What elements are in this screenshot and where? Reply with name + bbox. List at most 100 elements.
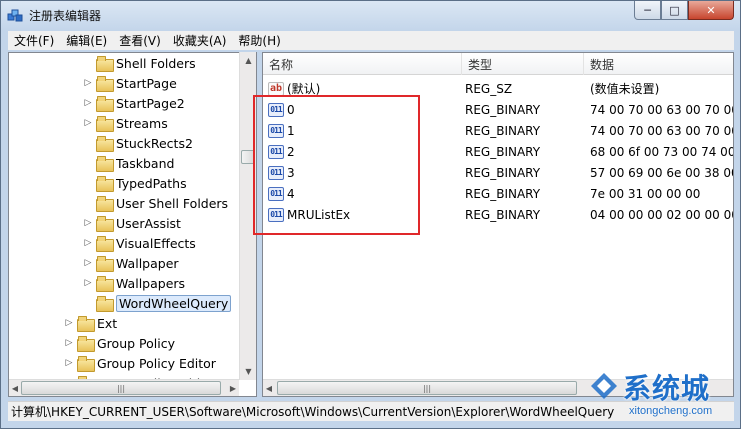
column-header-type[interactable]: 类型 [462, 53, 584, 75]
menu-view[interactable]: 查看(V) [113, 32, 167, 49]
folder-icon [96, 296, 114, 312]
expander-icon[interactable]: ▷ [83, 258, 93, 268]
tree-item-label: Ext [97, 315, 118, 331]
menu-help[interactable]: 帮助(H) [232, 32, 286, 49]
scroll-down-icon[interactable]: ▼ [240, 363, 257, 380]
expander-icon[interactable]: ▷ [64, 318, 74, 328]
expander-icon[interactable]: ▷ [83, 218, 93, 228]
value-data: 57 00 69 00 6e 00 38 00 6 [590, 165, 733, 180]
value-type: REG_BINARY [465, 102, 541, 117]
scroll-thumb[interactable]: ||| [21, 381, 221, 395]
tree-item-label: StuckRects2 [116, 135, 193, 151]
tree-item-label: StartPage2 [116, 95, 185, 111]
tree-item[interactable]: ▷ Ext [64, 313, 117, 333]
scroll-left-icon[interactable]: ◀ [263, 380, 275, 397]
close-button[interactable]: ✕ [688, 1, 734, 20]
value-type: REG_BINARY [465, 207, 541, 222]
maximize-button[interactable]: □ [661, 1, 688, 20]
value-type: REG_BINARY [465, 186, 541, 201]
menu-file[interactable]: 文件(F) [8, 32, 60, 49]
value-type: REG_SZ [465, 81, 513, 96]
value-data: 74 00 70 00 63 00 70 00 7 [590, 123, 733, 138]
scroll-thumb[interactable]: ||| [277, 381, 577, 395]
tree-item[interactable]: Taskband [83, 153, 174, 173]
list-horizontal-scrollbar[interactable]: ◀ ||| [263, 379, 733, 396]
folder-icon [77, 356, 95, 372]
tree-item-label: StartPage [116, 75, 177, 91]
tree-item[interactable]: ▷ UserAssist [83, 213, 181, 233]
tree-item[interactable]: User Shell Folders [83, 193, 228, 213]
tree-item-label: VisualEffects [116, 235, 196, 251]
tree-item-label: TypedPaths [116, 175, 187, 191]
tree-item[interactable]: ▷ StartPage2 [83, 93, 185, 113]
value-data: 7e 00 31 00 00 00 [590, 186, 701, 201]
column-header-data[interactable]: 数据 [584, 53, 733, 75]
folder-icon [96, 56, 114, 72]
tree-item-label: User Shell Folders [116, 195, 229, 211]
folder-icon [77, 336, 95, 352]
tree-item[interactable]: ▷ Group Policy [64, 333, 175, 353]
tree-item[interactable]: TypedPaths [83, 173, 187, 193]
folder-icon [96, 116, 114, 132]
tree-item-label: Shell Folders [116, 55, 196, 71]
expander-icon[interactable]: ▷ [83, 118, 93, 128]
tree-item-label: Streams [116, 115, 168, 131]
registry-editor-icon [7, 9, 23, 22]
tree-item-label: UserAssist [116, 215, 181, 231]
expander-icon[interactable]: ▷ [83, 78, 93, 88]
expander-icon[interactable]: ▷ [83, 278, 93, 288]
minimize-button[interactable]: ─ [634, 1, 661, 20]
scroll-up-icon[interactable]: ▲ [240, 52, 257, 69]
tree-item[interactable]: ▷ Wallpaper [83, 253, 179, 273]
tree-item[interactable]: Shell Folders [83, 53, 196, 73]
window-controls: ─ □ ✕ [634, 1, 734, 20]
folder-icon [96, 256, 114, 272]
folder-icon [96, 96, 114, 112]
scroll-left-icon[interactable]: ◀ [9, 380, 21, 397]
tree-item-label: Group Policy [97, 335, 175, 351]
title-bar: 注册表编辑器 ─ □ ✕ [1, 1, 740, 29]
folder-icon [96, 276, 114, 292]
scroll-right-icon[interactable]: ▶ [227, 380, 239, 397]
folder-icon [96, 196, 114, 212]
tree-item-label: Wallpaper [116, 255, 179, 271]
value-data: 68 00 6f 00 73 00 74 00 7 [590, 144, 734, 159]
tree-item[interactable]: ▷ VisualEffects [83, 233, 196, 253]
folder-icon [96, 156, 114, 172]
tree-item-label: Taskband [116, 155, 175, 171]
tree-item-label: Group Policy Editor [97, 355, 216, 371]
menu-edit[interactable]: 编辑(E) [60, 32, 113, 49]
folder-icon [96, 76, 114, 92]
menu-favorites[interactable]: 收藏夹(A) [167, 32, 233, 49]
tree-item[interactable]: ▷ Wallpapers [83, 273, 185, 293]
expander-icon[interactable]: ▷ [64, 358, 74, 368]
tree-item-label: Wallpapers [116, 275, 186, 291]
string-value-icon: ab [268, 81, 284, 96]
folder-icon [96, 176, 114, 192]
value-data: 74 00 70 00 63 00 70 00 7 [590, 102, 733, 117]
red-highlight-annotation [253, 95, 420, 235]
status-bar-path: 计算机\HKEY_CURRENT_USER\Software\Microsoft… [8, 401, 734, 421]
column-header-row: 名称 类型 数据 [263, 53, 733, 75]
tree-item[interactable]: ▷ Streams [83, 113, 168, 133]
tree-item[interactable]: ▷ Group Policy Editor [64, 353, 216, 373]
value-data: 04 00 00 00 02 00 00 00 0 [590, 207, 733, 222]
menu-bar: 文件(F) 编辑(E) 查看(V) 收藏夹(A) 帮助(H) [8, 31, 734, 50]
value-data: (数值未设置) [590, 82, 660, 96]
folder-icon [96, 236, 114, 252]
folder-icon [77, 316, 95, 332]
value-type: REG_BINARY [465, 165, 541, 180]
expander-icon[interactable]: ▷ [83, 238, 93, 248]
registry-editor-window: 注册表编辑器 ─ □ ✕ 文件(F) 编辑(E) 查看(V) 收藏夹(A) 帮助… [0, 0, 741, 429]
registry-key-tree[interactable]: Shell Folders ▷ StartPage ▷ StartPage2 ▷… [8, 52, 257, 397]
tree-horizontal-scrollbar[interactable]: ◀ ||| ▶ [9, 379, 239, 396]
tree-item[interactable]: StuckRects2 [83, 133, 193, 153]
column-header-name[interactable]: 名称 [263, 53, 462, 75]
expander-icon[interactable]: ▷ [83, 98, 93, 108]
folder-icon [96, 136, 114, 152]
tree-item[interactable]: ▷ StartPage [83, 73, 177, 93]
folder-icon [96, 216, 114, 232]
tree-item-selected[interactable]: WordWheelQuery [83, 293, 232, 313]
tree-item-label: WordWheelQuery [116, 294, 232, 312]
expander-icon[interactable]: ▷ [64, 338, 74, 348]
